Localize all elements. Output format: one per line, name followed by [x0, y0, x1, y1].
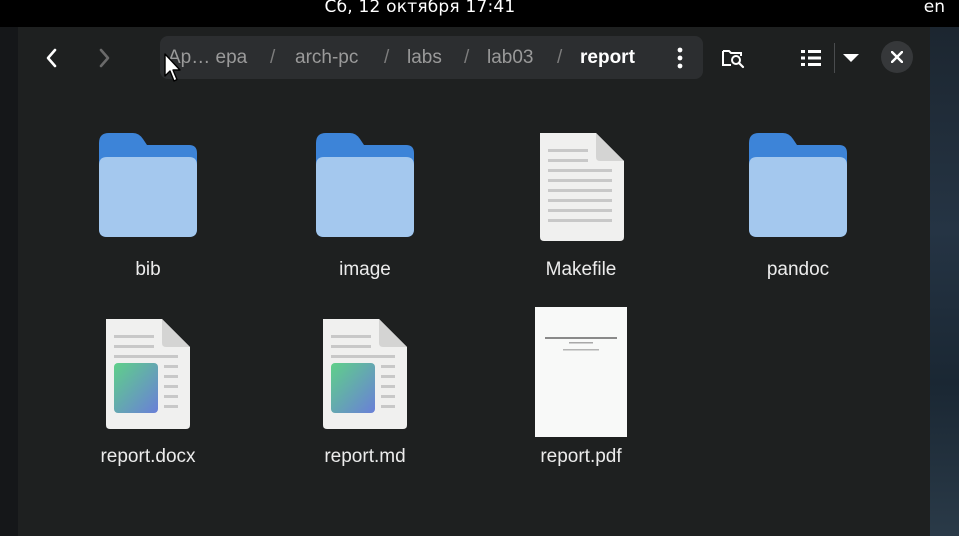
folder-icon: [99, 133, 197, 237]
back-button[interactable]: [34, 43, 70, 73]
breadcrumb-separator: /: [384, 47, 390, 68]
clock[interactable]: Сб, 12 октября 17:41: [0, 0, 840, 20]
list-view-icon: [801, 50, 821, 66]
file-name: report.docx: [100, 446, 196, 467]
top-bar: Сб, 12 октября 17:41 en: [0, 0, 959, 27]
file-name: report.md: [324, 446, 406, 467]
toolbar-divider: [834, 43, 835, 73]
file-item[interactable]: bib: [63, 129, 233, 289]
vertical-dots-icon: [677, 47, 683, 69]
file-item[interactable]: report.docx: [63, 315, 233, 475]
file-item[interactable]: pandoc: [713, 129, 883, 289]
folder-icon: [749, 133, 847, 237]
chevron-left-icon: [46, 48, 57, 68]
path-menu-button[interactable]: [668, 44, 692, 72]
close-icon: [891, 51, 903, 63]
view-options-button[interactable]: [838, 45, 864, 71]
breadcrumb-separator: /: [464, 47, 470, 68]
document-file-icon: [323, 319, 407, 429]
file-item[interactable]: image: [280, 129, 450, 289]
forward-button[interactable]: [86, 43, 122, 73]
search-button[interactable]: [720, 45, 746, 71]
header-bar: Ар… ера / arch-pc / labs / lab03 / repor…: [18, 27, 930, 89]
breadcrumb-separator: /: [270, 47, 276, 68]
triangle-down-icon: [843, 54, 859, 62]
breadcrumb: Ар… ера / arch-pc / labs / lab03 / repor…: [160, 36, 703, 79]
pdf-thumbnail-icon: [535, 307, 627, 437]
breadcrumb-separator: /: [557, 47, 563, 68]
chevron-right-icon: [99, 48, 110, 68]
file-name: image: [339, 259, 391, 280]
mouse-pointer-icon: [164, 53, 181, 82]
breadcrumb-report[interactable]: report: [580, 47, 635, 69]
desktop-background-left: [0, 27, 18, 536]
breadcrumb-arch-pc[interactable]: arch-pc: [295, 47, 358, 69]
folder-search-icon: [722, 50, 745, 69]
document-file-icon: [106, 319, 190, 429]
text-file-icon: [540, 133, 624, 241]
file-item[interactable]: report.pdf: [496, 307, 666, 475]
file-item[interactable]: report.md: [280, 315, 450, 475]
breadcrumb-labs[interactable]: labs: [407, 47, 442, 69]
file-name: Makefile: [545, 259, 617, 280]
view-mode-button[interactable]: [798, 45, 824, 71]
folder-icon: [316, 133, 414, 237]
file-item[interactable]: Makefile: [496, 129, 666, 289]
close-button[interactable]: [881, 41, 913, 73]
desktop-background-right: [930, 27, 959, 536]
file-name: pandoc: [766, 259, 830, 280]
file-name: bib: [135, 259, 161, 280]
file-name: report.pdf: [540, 446, 622, 467]
keyboard-layout-indicator[interactable]: en: [924, 0, 945, 17]
file-manager-window: Ар… ера / arch-pc / labs / lab03 / repor…: [18, 27, 930, 536]
breadcrumb-lab03[interactable]: lab03: [487, 47, 534, 69]
